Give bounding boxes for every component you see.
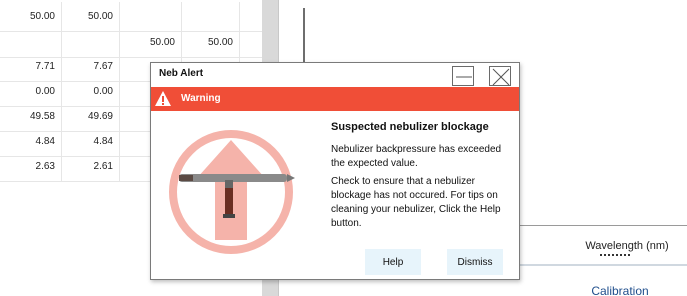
wavelength-axis-label: Wavelength (nm) [585,240,669,252]
warning-bar: Warning [151,87,519,111]
close-button[interactable] [489,66,511,86]
dialog-title: Neb Alert [159,68,204,79]
table-cell: 2.61 [62,152,120,182]
dismiss-button[interactable]: Dismiss [447,249,503,275]
app-window: 50.00 50.00 50.00 50.00 7.71 7.67 0.00 0… [0,0,687,296]
alert-instructions: Check to ensure that a nebulizer blockag… [331,176,501,229]
calibration-tab[interactable]: Calibration [560,284,680,296]
neb-alert-dialog: Neb Alert Warning Suspected nebulizer bl… [150,62,520,280]
close-icon [492,68,510,86]
panel-divider-line [520,264,687,266]
axis-dots [600,254,630,258]
minimize-button[interactable] [452,66,474,86]
alert-message: Nebulizer backpressure has exceeded the … [331,144,502,169]
minimize-icon [456,76,472,78]
warning-triangle-icon [155,91,171,106]
table-cell: 2.63 [0,152,62,182]
help-button[interactable]: Help [365,249,421,275]
nebulizer-blockage-icon [169,130,295,254]
dialog-titlebar[interactable]: Neb Alert [151,63,519,87]
warning-label: Warning [181,93,221,104]
alert-heading: Suspected nebulizer blockage [331,121,489,133]
